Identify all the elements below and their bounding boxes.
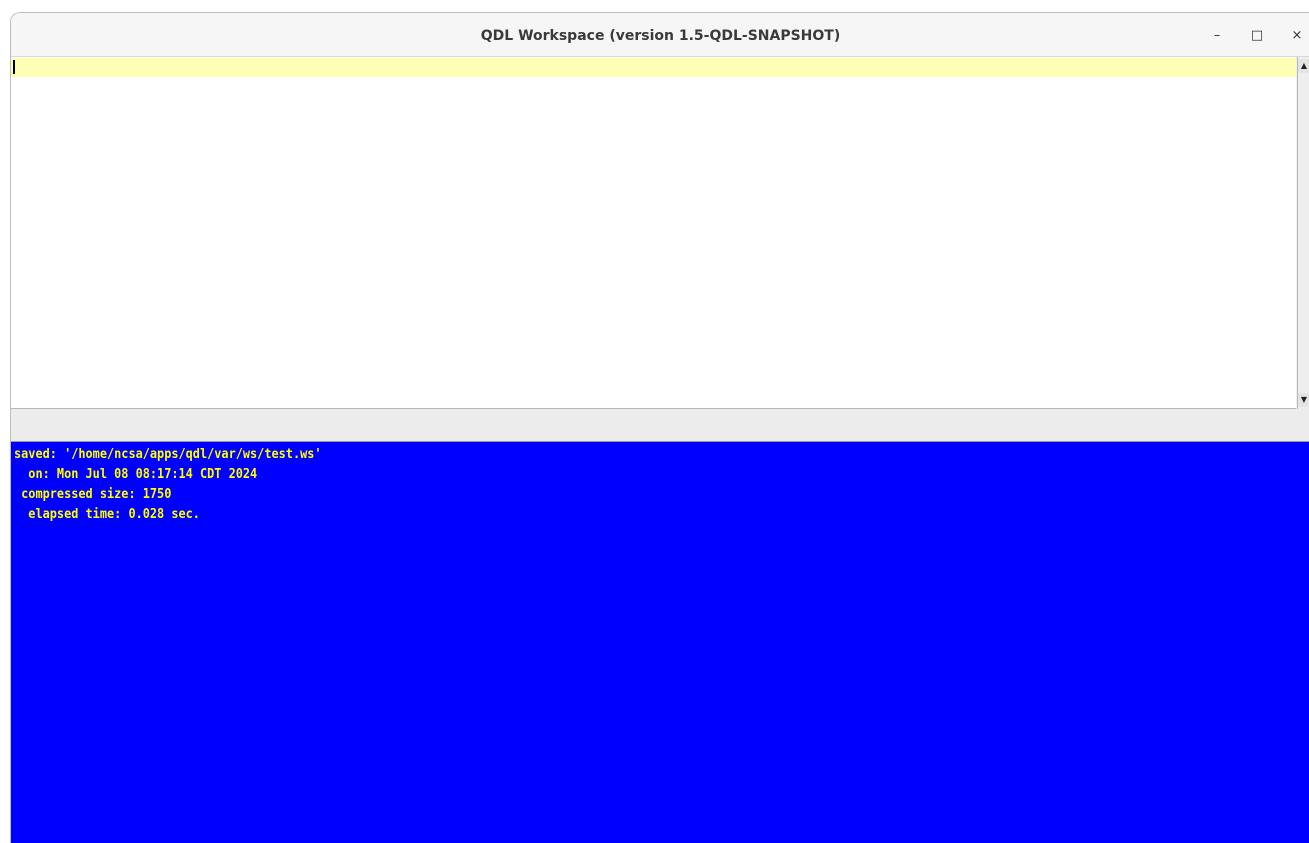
scroll-up-icon[interactable]: ▲: [1298, 59, 1309, 73]
text-caret: [13, 60, 15, 74]
minimize-button[interactable]: –: [1206, 25, 1228, 47]
current-line-highlight: [11, 58, 1296, 77]
output-line: saved: '/home/ncsa/apps/qdl/var/ws/test.…: [14, 446, 322, 462]
window-title: QDL Workspace (version 1.5-QDL-SNAPSHOT): [480, 28, 841, 44]
close-button[interactable]: ×: [1286, 25, 1308, 47]
scroll-down-icon[interactable]: ▼: [1298, 393, 1309, 407]
editor-vertical-scrollbar[interactable]: ▲ ▼: [1297, 57, 1309, 409]
title-bar[interactable]: QDL Workspace (version 1.5-QDL-SNAPSHOT)…: [11, 13, 1309, 57]
split-pane-divider[interactable]: [11, 409, 1309, 442]
output-line: on: Mon Jul 08 08:17:14 CDT 2024: [14, 466, 258, 482]
input-editor[interactable]: [11, 57, 1296, 409]
output-line: elapsed time: 0.028 sec.: [14, 506, 200, 522]
output-line: compressed size: 1750: [14, 486, 172, 502]
maximize-button[interactable]: □: [1246, 25, 1268, 47]
qdl-workspace-window: QDL Workspace (version 1.5-QDL-SNAPSHOT)…: [10, 12, 1309, 843]
output-console[interactable]: saved: '/home/ncsa/apps/qdl/var/ws/test.…: [11, 442, 1309, 843]
